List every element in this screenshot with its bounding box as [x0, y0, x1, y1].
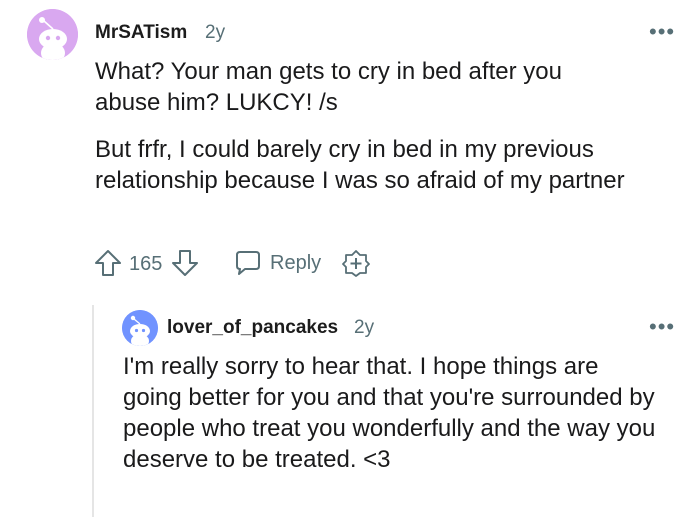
- upvote-arrow-icon: [95, 250, 121, 276]
- comment-paragraph: But frfr, I could barely cry in bed in m…: [95, 136, 625, 194]
- reply-body: I'm really sorry to hear that. I hope th…: [123, 353, 656, 473]
- downvote-button[interactable]: [170, 248, 200, 278]
- vote-count: 165: [129, 253, 163, 275]
- comment-age: 2y: [205, 22, 226, 43]
- comment-body: What? Your man gets to cry in bed after …: [95, 56, 675, 196]
- reply-label: Reply: [270, 252, 322, 274]
- reply-username[interactable]: lover_of_pancakes: [167, 317, 338, 339]
- award-button[interactable]: [341, 248, 371, 278]
- snoo-avatar-icon: [122, 310, 158, 346]
- reply-age: 2y: [354, 317, 375, 338]
- reply-avatar[interactable]: [122, 310, 158, 346]
- upvote-button[interactable]: [93, 248, 123, 278]
- comment-username[interactable]: MrSATism: [95, 22, 187, 44]
- thread-line[interactable]: [92, 305, 94, 517]
- downvote-arrow-icon: [172, 250, 198, 276]
- comment-avatar[interactable]: [27, 9, 78, 60]
- speech-bubble-icon: [236, 251, 260, 275]
- award-icon: [342, 250, 370, 277]
- comment-paragraph: What? Your man gets to cry in bed after …: [95, 58, 562, 116]
- comment-more-button[interactable]: •••: [649, 21, 675, 43]
- reply-more-button[interactable]: •••: [649, 316, 675, 338]
- snoo-avatar-icon: [27, 9, 78, 60]
- reply-button[interactable]: Reply: [233, 248, 323, 278]
